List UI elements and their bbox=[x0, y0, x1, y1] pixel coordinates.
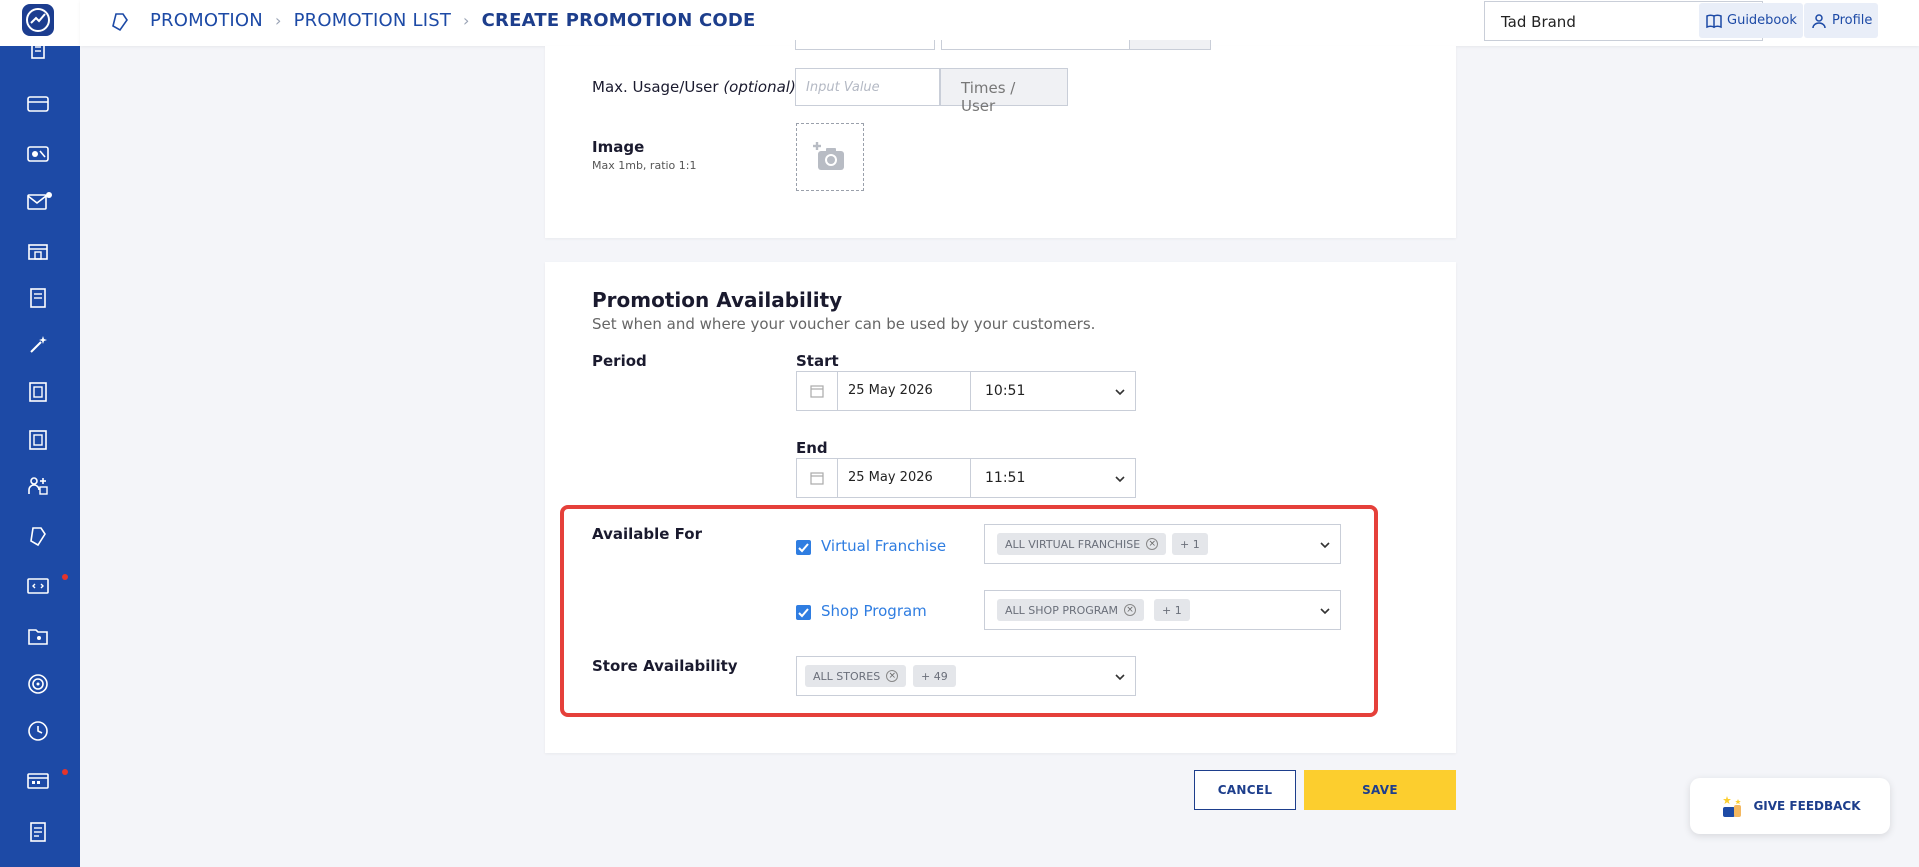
start-date-value: 25 May 2026 bbox=[848, 383, 933, 398]
sidebar bbox=[0, 0, 80, 867]
code-window-icon[interactable] bbox=[24, 572, 68, 600]
save-button[interactable]: SAVE bbox=[1304, 770, 1456, 810]
remove-tag-icon[interactable]: × bbox=[886, 670, 899, 682]
chevron-down-icon bbox=[1115, 389, 1125, 396]
store-icon[interactable] bbox=[24, 237, 52, 265]
section-description: Set when and where your voucher can be u… bbox=[592, 315, 1096, 333]
tag-label: ALL STORES bbox=[813, 669, 881, 683]
shop-program-label[interactable]: Shop Program bbox=[821, 602, 927, 620]
remove-tag-icon[interactable]: × bbox=[1146, 538, 1159, 550]
guidebook-button[interactable]: Guidebook bbox=[1699, 3, 1803, 38]
calendar-icon bbox=[797, 459, 838, 497]
target-icon[interactable] bbox=[24, 670, 52, 698]
partial-suffix bbox=[1129, 40, 1211, 50]
folder-image-icon[interactable] bbox=[24, 622, 52, 650]
end-time-select[interactable]: 11:51 bbox=[970, 458, 1136, 498]
breadcrumb-promotion-list[interactable]: PROMOTION LIST bbox=[294, 10, 451, 31]
remove-tag-icon[interactable]: × bbox=[1124, 604, 1136, 616]
partial-input-2[interactable] bbox=[941, 40, 1131, 50]
menu-board-icon[interactable] bbox=[24, 284, 52, 312]
breadcrumb-promotion[interactable]: PROMOTION bbox=[150, 10, 263, 31]
mail-icon[interactable] bbox=[24, 188, 52, 216]
start-date-picker[interactable]: 25 May 2026 bbox=[796, 371, 996, 411]
more-tag-chip: + 49 bbox=[913, 665, 956, 687]
shop-program-checkbox[interactable] bbox=[796, 605, 811, 620]
partial-input-1[interactable] bbox=[795, 40, 935, 50]
max-usage-input[interactable]: Input Value bbox=[795, 68, 940, 106]
chevron-down-icon bbox=[1115, 476, 1125, 483]
calendar-grid-icon[interactable] bbox=[24, 767, 68, 795]
document-icon[interactable] bbox=[24, 38, 52, 66]
users-add-icon[interactable] bbox=[24, 472, 52, 500]
virtual-franchise-label[interactable]: Virtual Franchise bbox=[821, 537, 946, 555]
start-time-select[interactable]: 10:51 bbox=[970, 371, 1136, 411]
shop-program-select[interactable]: ALL SHOP PROGRAM × + 1 bbox=[984, 590, 1341, 630]
virtual-franchise-checkbox[interactable] bbox=[796, 540, 811, 555]
tag-label: ALL VIRTUAL FRANCHISE bbox=[1005, 537, 1141, 551]
start-time-value: 10:51 bbox=[985, 383, 1026, 399]
profile-button[interactable]: Profile bbox=[1804, 3, 1879, 38]
more-tag-chip: + 1 bbox=[1154, 599, 1190, 621]
promotion-tag-icon bbox=[108, 10, 132, 34]
history-icon[interactable] bbox=[24, 717, 52, 745]
tag-chip: ALL VIRTUAL FRANCHISE × bbox=[997, 533, 1167, 555]
image-upload[interactable] bbox=[796, 123, 864, 191]
receipt-alt-icon[interactable] bbox=[24, 426, 52, 454]
breadcrumb-current: CREATE PROMOTION CODE bbox=[481, 10, 756, 31]
details-card: Max. Usage/User (optional) Input Value T… bbox=[545, 40, 1456, 238]
max-usage-label: Max. Usage/User (optional) bbox=[592, 78, 796, 96]
feedback-stars-icon bbox=[1723, 796, 1742, 817]
availability-card: Promotion Availability Set when and wher… bbox=[545, 262, 1456, 753]
tag-chip: ALL STORES × bbox=[805, 665, 907, 687]
chevron-down-icon bbox=[1115, 674, 1125, 681]
promotion-tag-icon[interactable] bbox=[24, 522, 52, 550]
magic-wand-icon[interactable] bbox=[24, 331, 52, 359]
app-logo-icon[interactable] bbox=[22, 4, 54, 36]
give-feedback-label: GIVE FEEDBACK bbox=[1753, 799, 1861, 813]
end-date-picker[interactable]: 25 May 2026 bbox=[796, 458, 996, 498]
check-icon bbox=[798, 543, 809, 553]
end-date-value: 25 May 2026 bbox=[848, 470, 933, 485]
breadcrumb: PROMOTION › PROMOTION LIST › CREATE PROM… bbox=[150, 10, 756, 31]
calendar-icon bbox=[797, 372, 838, 410]
period-label: Period bbox=[592, 352, 647, 370]
breadcrumb-separator-icon: › bbox=[274, 11, 282, 30]
receipt-icon[interactable] bbox=[24, 378, 52, 406]
user-icon bbox=[1812, 13, 1826, 28]
more-tag-chip: + 1 bbox=[1172, 533, 1208, 555]
virtual-franchise-select[interactable]: ALL VIRTUAL FRANCHISE × + 1 bbox=[984, 524, 1341, 564]
optional-label: (optional) bbox=[723, 78, 796, 96]
chevron-down-icon bbox=[1320, 608, 1330, 615]
max-usage-suffix: Times / User bbox=[940, 68, 1068, 115]
store-availability-select[interactable]: ALL STORES × + 49 bbox=[796, 656, 1136, 696]
tag-label: ALL SHOP PROGRAM bbox=[1005, 603, 1118, 617]
end-time-value: 11:51 bbox=[985, 470, 1026, 486]
report-icon[interactable] bbox=[24, 818, 52, 846]
section-title: Promotion Availability bbox=[592, 288, 843, 312]
cancel-button[interactable]: CANCEL bbox=[1194, 770, 1296, 810]
store-availability-label: Store Availability bbox=[592, 657, 738, 675]
chevron-down-icon bbox=[1320, 542, 1330, 549]
image-hint: Max 1mb, ratio 1:1 bbox=[592, 159, 697, 172]
image-label: Image bbox=[592, 138, 645, 156]
tag-chip: ALL SHOP PROGRAM × bbox=[997, 599, 1144, 621]
give-feedback-button[interactable]: GIVE FEEDBACK bbox=[1690, 778, 1890, 834]
start-label: Start bbox=[796, 352, 839, 370]
end-label: End bbox=[796, 439, 828, 457]
available-for-label: Available For bbox=[592, 525, 702, 543]
breadcrumb-separator-icon: › bbox=[463, 11, 470, 30]
add-photo-icon bbox=[813, 142, 844, 170]
check-icon bbox=[798, 608, 809, 618]
guidebook-label: Guidebook bbox=[1727, 13, 1797, 28]
profile-label: Profile bbox=[1832, 13, 1873, 28]
card-icon[interactable] bbox=[24, 90, 52, 118]
book-icon bbox=[1706, 14, 1722, 28]
voucher-icon[interactable] bbox=[24, 140, 52, 168]
brand-select-value: Tad Brand bbox=[1501, 13, 1576, 31]
